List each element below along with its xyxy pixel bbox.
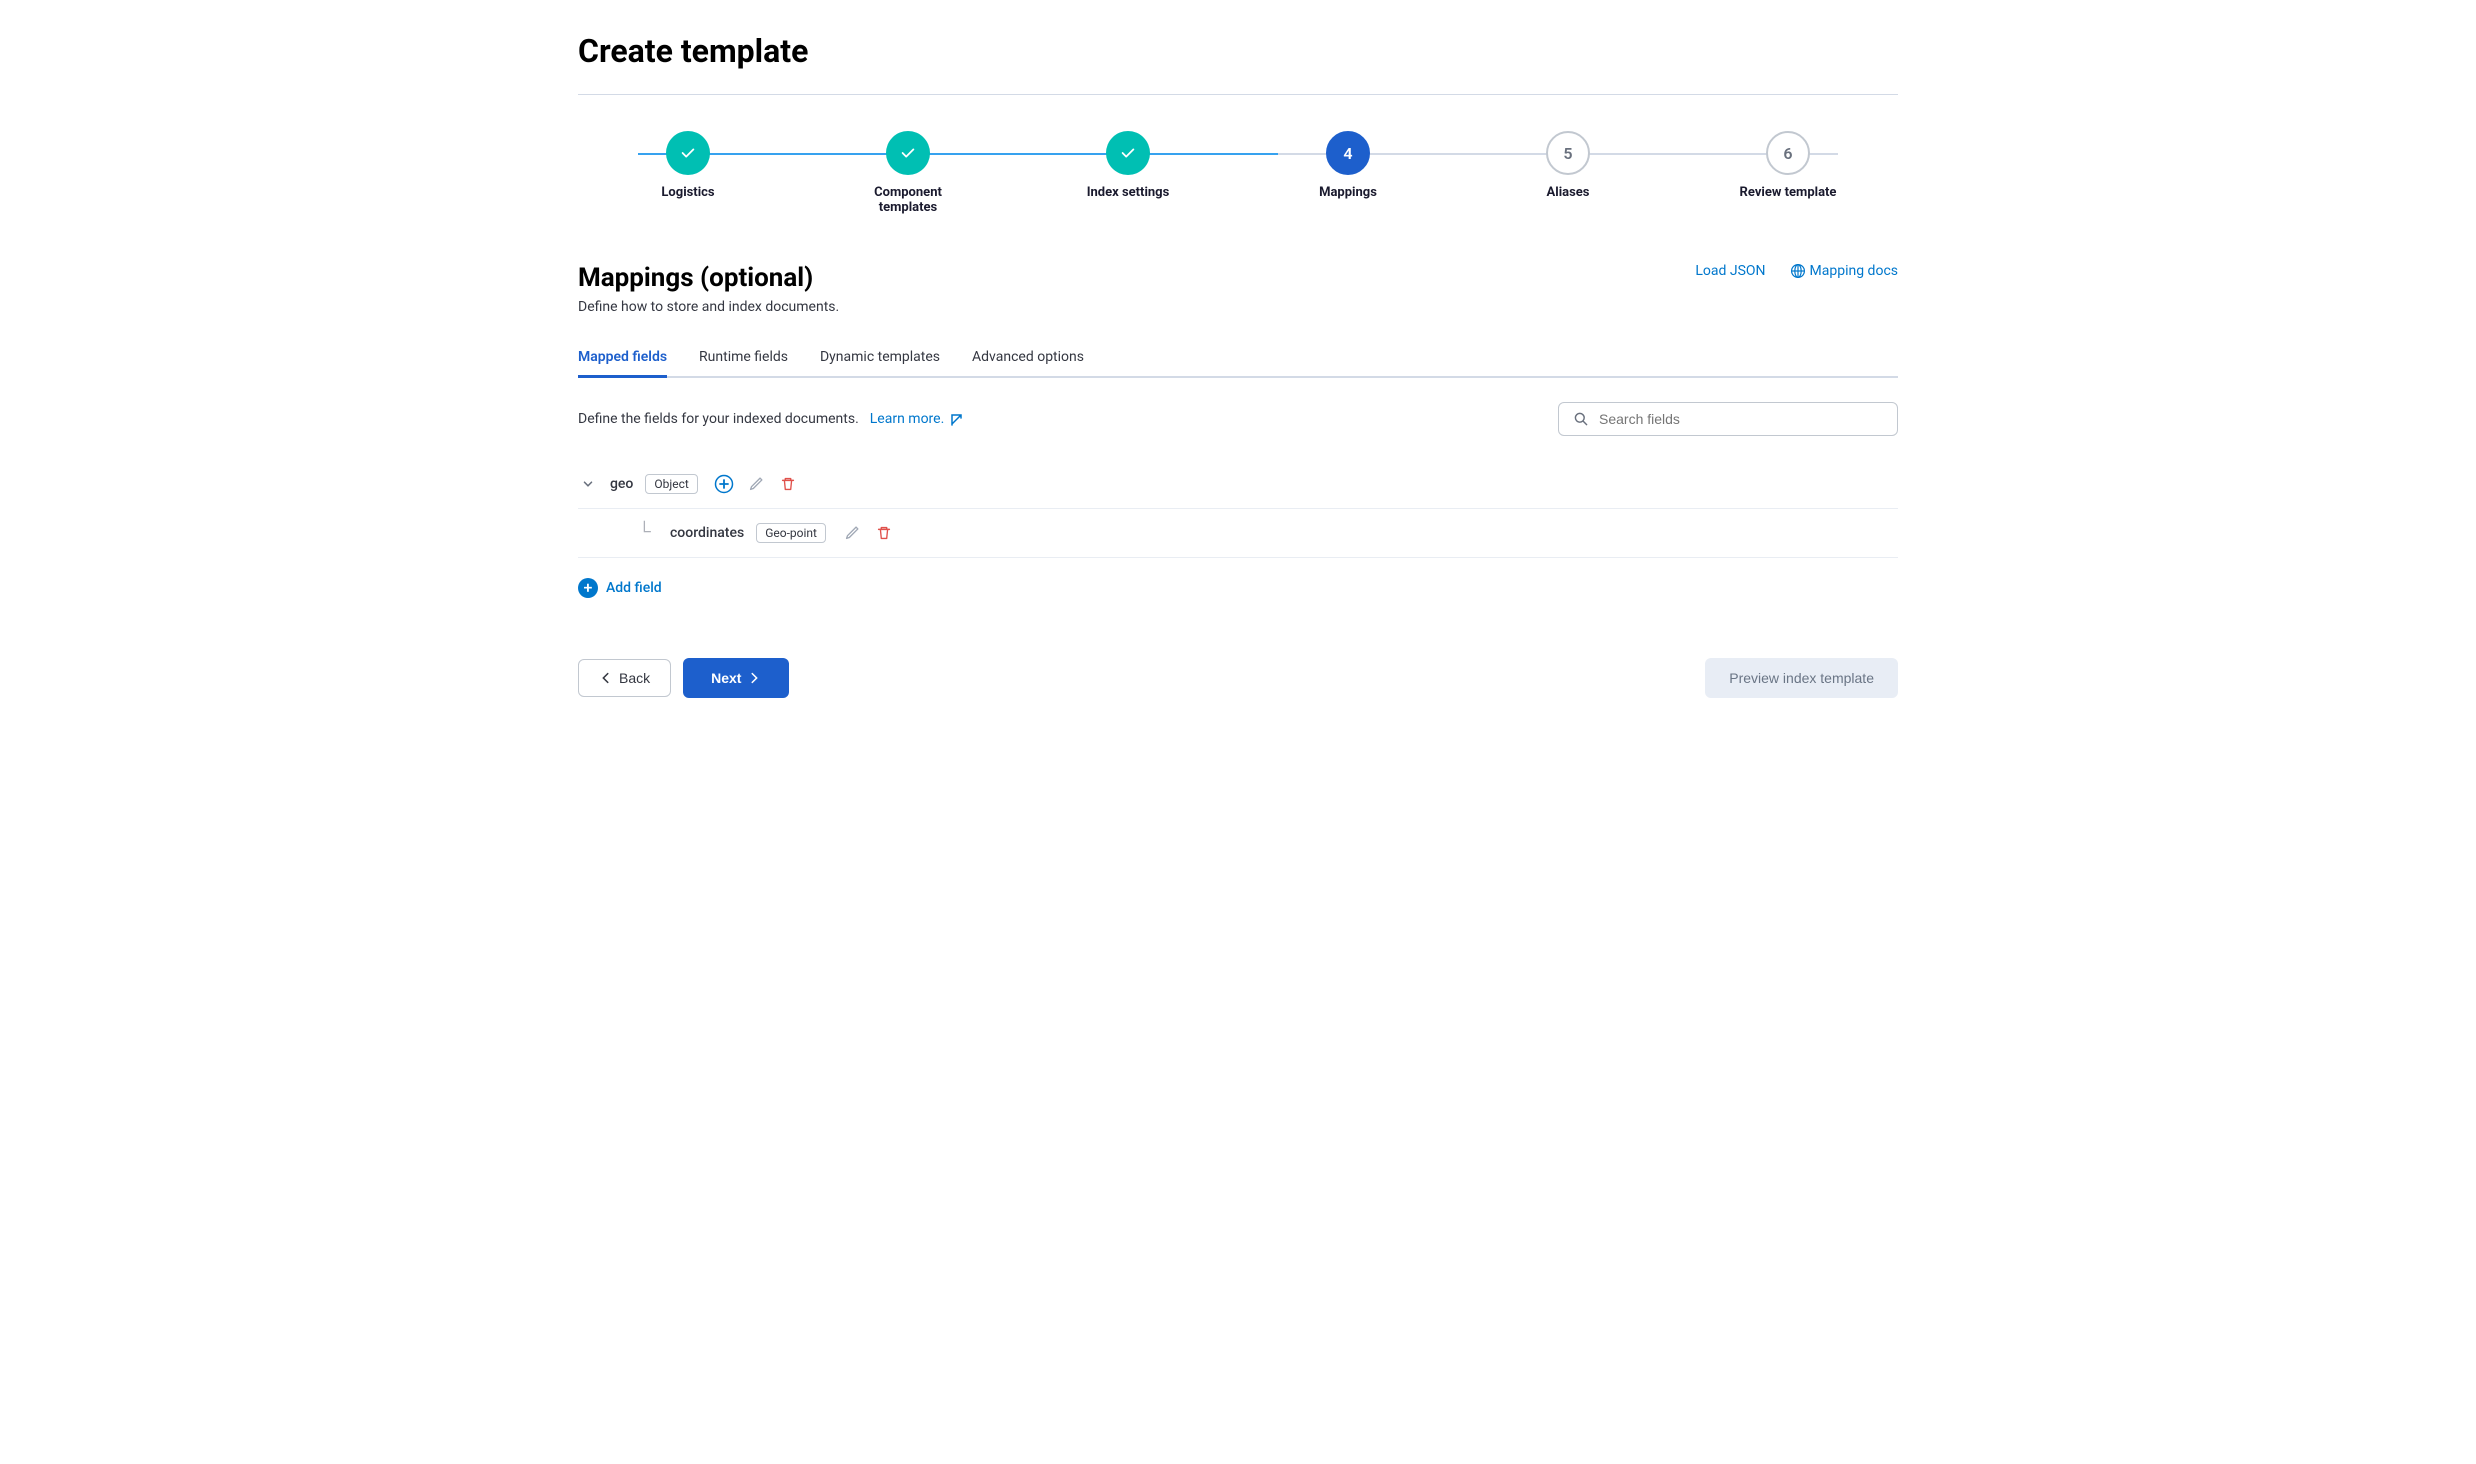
geo-add-button[interactable] [714, 474, 734, 494]
geo-expand-button[interactable] [578, 474, 598, 494]
trash-icon-2 [875, 524, 893, 542]
check-icon-1 [679, 144, 697, 162]
add-field-button[interactable]: + Add field [578, 558, 1898, 618]
search-icon [1573, 411, 1589, 427]
mappings-tabs: Mapped fields Runtime fields Dynamic tem… [578, 339, 1898, 378]
back-arrow-icon [599, 671, 613, 685]
coordinates-field-name: coordinates [670, 525, 744, 541]
footer: Back Next Preview index template [578, 658, 1898, 698]
geo-delete-button[interactable] [778, 474, 798, 494]
page-title: Create template [578, 32, 1898, 70]
stepper: Logistics Component templates Index sett… [578, 131, 1898, 215]
search-input[interactable] [1599, 411, 1883, 427]
child-connector-icon: └ [638, 525, 654, 541]
step-1-label: Logistics [661, 185, 714, 200]
footer-left: Back Next [578, 658, 789, 698]
back-button[interactable]: Back [578, 659, 671, 697]
fields-list: geo Object [578, 460, 1898, 558]
step-5-number: 5 [1563, 144, 1572, 163]
step-2-circle [886, 131, 930, 175]
coordinates-field-actions [842, 523, 894, 543]
field-row-coordinates: └ coordinates Geo-point [578, 509, 1898, 558]
next-arrow-icon [747, 671, 761, 685]
step-3-settings: Index settings [1018, 131, 1238, 200]
mapping-docs-link[interactable]: Mapping docs [1790, 263, 1898, 279]
step-4-mappings: 4 Mappings [1238, 131, 1458, 200]
tab-dynamic-templates[interactable]: Dynamic templates [820, 339, 940, 378]
mappings-subtitle: Define how to store and index documents. [578, 299, 1898, 315]
step-5-circle: 5 [1546, 131, 1590, 175]
step-6-circle: 6 [1766, 131, 1810, 175]
geo-field-name: geo [610, 476, 633, 492]
search-box [1558, 402, 1898, 436]
mappings-header: Mappings (optional) Load JSON Mapping do… [578, 263, 1898, 293]
tab-runtime-fields[interactable]: Runtime fields [699, 339, 788, 378]
coordinates-delete-button[interactable] [874, 523, 894, 543]
back-label: Back [619, 670, 650, 686]
coordinates-field-type: Geo-point [756, 523, 826, 543]
step-4-circle: 4 [1326, 131, 1370, 175]
geo-field-actions [714, 474, 798, 494]
pencil-icon-2 [843, 524, 861, 542]
check-icon-2 [899, 144, 917, 162]
step-6-number: 6 [1783, 144, 1792, 163]
mapping-docs-icon [1790, 263, 1806, 279]
mappings-title: Mappings (optional) [578, 263, 813, 293]
geo-edit-button[interactable] [746, 474, 766, 494]
step-6-review: 6 Review template [1678, 131, 1898, 200]
plus-circle-icon [714, 474, 734, 494]
field-row-geo: geo Object [578, 460, 1898, 509]
coordinates-edit-button[interactable] [842, 523, 862, 543]
next-button[interactable]: Next [683, 658, 789, 698]
tab-advanced-options[interactable]: Advanced options [972, 339, 1084, 378]
step-6-label: Review template [1740, 185, 1837, 200]
step-4-label: Mappings [1319, 185, 1377, 200]
step-4-number: 4 [1343, 144, 1352, 163]
add-field-label: Add field [606, 580, 662, 596]
mapping-docs-label: Mapping docs [1810, 263, 1898, 279]
tab-mapped-fields[interactable]: Mapped fields [578, 339, 667, 378]
step-5-aliases: 5 Aliases [1458, 131, 1678, 200]
geo-field-type: Object [645, 474, 697, 494]
fields-description: Define the fields for your indexed docum… [578, 411, 963, 427]
external-link-icon [951, 414, 963, 426]
trash-icon [779, 475, 797, 493]
header-divider [578, 94, 1898, 95]
pencil-icon [747, 475, 765, 493]
step-5-label: Aliases [1547, 185, 1590, 200]
step-1-circle [666, 131, 710, 175]
fields-toolbar: Define the fields for your indexed docum… [578, 402, 1898, 436]
next-label: Next [711, 670, 741, 686]
step-3-label: Index settings [1087, 185, 1170, 200]
chevron-down-icon [581, 477, 595, 491]
preview-button[interactable]: Preview index template [1705, 658, 1898, 698]
load-json-button[interactable]: Load JSON [1695, 263, 1765, 279]
check-icon-3 [1119, 144, 1137, 162]
preview-label: Preview index template [1729, 670, 1874, 686]
step-2-label: Component templates [858, 185, 958, 215]
section-actions: Load JSON Mapping docs [1695, 263, 1898, 279]
step-1-logistics: Logistics [578, 131, 798, 200]
step-3-circle [1106, 131, 1150, 175]
learn-more-link[interactable]: Learn more. [862, 411, 963, 427]
step-2-component: Component templates [798, 131, 1018, 215]
add-field-plus-icon: + [578, 578, 598, 598]
